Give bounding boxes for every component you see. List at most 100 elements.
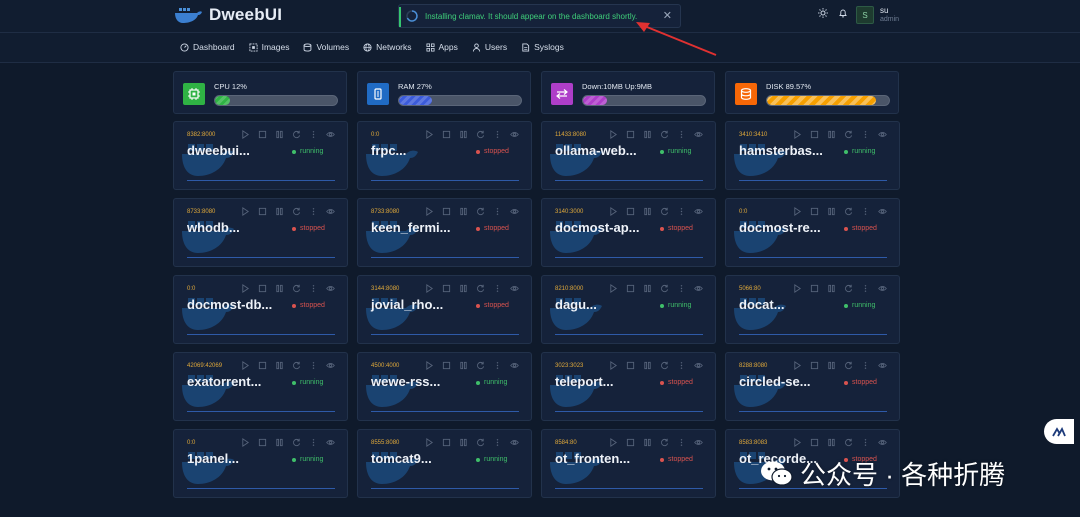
container-card[interactable]: 0:0 docmost-re... stopped xyxy=(725,198,900,267)
container-name[interactable]: jovial_rho... xyxy=(371,297,443,312)
more-vertical-icon[interactable] xyxy=(493,207,502,216)
container-card[interactable]: 8584:80 ot_fronten... stopped xyxy=(541,429,716,498)
eye-icon[interactable] xyxy=(326,284,335,293)
more-vertical-icon[interactable] xyxy=(861,361,870,370)
container-name[interactable]: docmost-ap... xyxy=(555,220,640,235)
pause-icon[interactable] xyxy=(459,284,468,293)
eye-icon[interactable] xyxy=(878,438,887,447)
stop-icon[interactable] xyxy=(442,361,451,370)
eye-icon[interactable] xyxy=(694,130,703,139)
play-icon[interactable] xyxy=(241,284,250,293)
container-card[interactable]: 3144:8080 jovial_rho... stopped xyxy=(357,275,532,344)
eye-icon[interactable] xyxy=(510,438,519,447)
eye-icon[interactable] xyxy=(326,361,335,370)
stop-icon[interactable] xyxy=(442,130,451,139)
container-name[interactable]: 1panel... xyxy=(187,451,239,466)
nav-item-dashboard[interactable]: Dashboard xyxy=(180,42,235,52)
pause-icon[interactable] xyxy=(275,438,284,447)
container-name[interactable]: ot_fronten... xyxy=(555,451,630,466)
more-vertical-icon[interactable] xyxy=(677,130,686,139)
restart-icon[interactable] xyxy=(844,361,853,370)
eye-icon[interactable] xyxy=(510,207,519,216)
bell-icon[interactable] xyxy=(838,8,848,18)
restart-icon[interactable] xyxy=(292,438,301,447)
more-vertical-icon[interactable] xyxy=(861,438,870,447)
play-icon[interactable] xyxy=(425,361,434,370)
theme-toggle-icon[interactable] xyxy=(818,8,828,18)
user-menu[interactable]: S su admin xyxy=(856,6,899,24)
container-name[interactable]: teleport... xyxy=(555,374,614,389)
container-name[interactable]: ollama-web... xyxy=(555,143,637,158)
eye-icon[interactable] xyxy=(326,207,335,216)
floating-helper-button[interactable] xyxy=(1044,419,1074,444)
play-icon[interactable] xyxy=(793,438,802,447)
more-vertical-icon[interactable] xyxy=(677,438,686,447)
restart-icon[interactable] xyxy=(292,284,301,293)
more-vertical-icon[interactable] xyxy=(493,438,502,447)
eye-icon[interactable] xyxy=(878,284,887,293)
container-card[interactable]: 42069:42069 exatorrent... running xyxy=(173,352,348,421)
nav-item-syslogs[interactable]: Syslogs xyxy=(521,42,564,52)
play-icon[interactable] xyxy=(793,207,802,216)
container-name[interactable]: frpc... xyxy=(371,143,406,158)
restart-icon[interactable] xyxy=(660,284,669,293)
play-icon[interactable] xyxy=(241,207,250,216)
play-icon[interactable] xyxy=(793,361,802,370)
stop-icon[interactable] xyxy=(442,438,451,447)
stop-icon[interactable] xyxy=(626,207,635,216)
container-name[interactable]: dweebui... xyxy=(187,143,250,158)
play-icon[interactable] xyxy=(609,361,618,370)
play-icon[interactable] xyxy=(609,207,618,216)
container-card[interactable]: 3023:3023 teleport... stopped xyxy=(541,352,716,421)
container-card[interactable]: 0:0 1panel... running xyxy=(173,429,348,498)
pause-icon[interactable] xyxy=(643,207,652,216)
restart-icon[interactable] xyxy=(660,361,669,370)
container-name[interactable]: circled-se... xyxy=(739,374,811,389)
restart-icon[interactable] xyxy=(844,438,853,447)
container-card[interactable]: 8555:8080 tomcat9... running xyxy=(357,429,532,498)
container-card[interactable]: 3410:3410 hamsterbas... running xyxy=(725,121,900,190)
more-vertical-icon[interactable] xyxy=(309,284,318,293)
stop-icon[interactable] xyxy=(258,361,267,370)
container-card[interactable]: 0:0 frpc... stopped xyxy=(357,121,532,190)
container-name[interactable]: keen_fermi... xyxy=(371,220,451,235)
eye-icon[interactable] xyxy=(878,207,887,216)
container-name[interactable]: exatorrent... xyxy=(187,374,261,389)
play-icon[interactable] xyxy=(241,130,250,139)
nav-item-networks[interactable]: Networks xyxy=(363,42,412,52)
container-name[interactable]: docmost-db... xyxy=(187,297,272,312)
eye-icon[interactable] xyxy=(510,130,519,139)
restart-icon[interactable] xyxy=(476,207,485,216)
container-name[interactable]: tomcat9... xyxy=(371,451,432,466)
restart-icon[interactable] xyxy=(292,130,301,139)
more-vertical-icon[interactable] xyxy=(677,207,686,216)
nav-item-users[interactable]: Users xyxy=(472,42,507,52)
container-name[interactable]: whodb... xyxy=(187,220,240,235)
stop-icon[interactable] xyxy=(810,207,819,216)
container-name[interactable]: dagu... xyxy=(555,297,597,312)
more-vertical-icon[interactable] xyxy=(309,361,318,370)
container-name[interactable]: docmost-re... xyxy=(739,220,821,235)
stop-icon[interactable] xyxy=(626,284,635,293)
restart-icon[interactable] xyxy=(660,130,669,139)
container-name[interactable]: docat... xyxy=(739,297,785,312)
pause-icon[interactable] xyxy=(275,207,284,216)
stop-icon[interactable] xyxy=(810,130,819,139)
stop-icon[interactable] xyxy=(626,438,635,447)
restart-icon[interactable] xyxy=(292,207,301,216)
pause-icon[interactable] xyxy=(275,130,284,139)
eye-icon[interactable] xyxy=(510,361,519,370)
more-vertical-icon[interactable] xyxy=(861,284,870,293)
pause-icon[interactable] xyxy=(827,284,836,293)
stop-icon[interactable] xyxy=(810,284,819,293)
eye-icon[interactable] xyxy=(694,207,703,216)
more-vertical-icon[interactable] xyxy=(677,284,686,293)
pause-icon[interactable] xyxy=(275,284,284,293)
container-card[interactable]: 8210:8000 dagu... running xyxy=(541,275,716,344)
pause-icon[interactable] xyxy=(827,361,836,370)
stop-icon[interactable] xyxy=(258,207,267,216)
restart-icon[interactable] xyxy=(476,284,485,293)
play-icon[interactable] xyxy=(425,130,434,139)
pause-icon[interactable] xyxy=(459,438,468,447)
nav-item-apps[interactable]: Apps xyxy=(426,42,458,52)
